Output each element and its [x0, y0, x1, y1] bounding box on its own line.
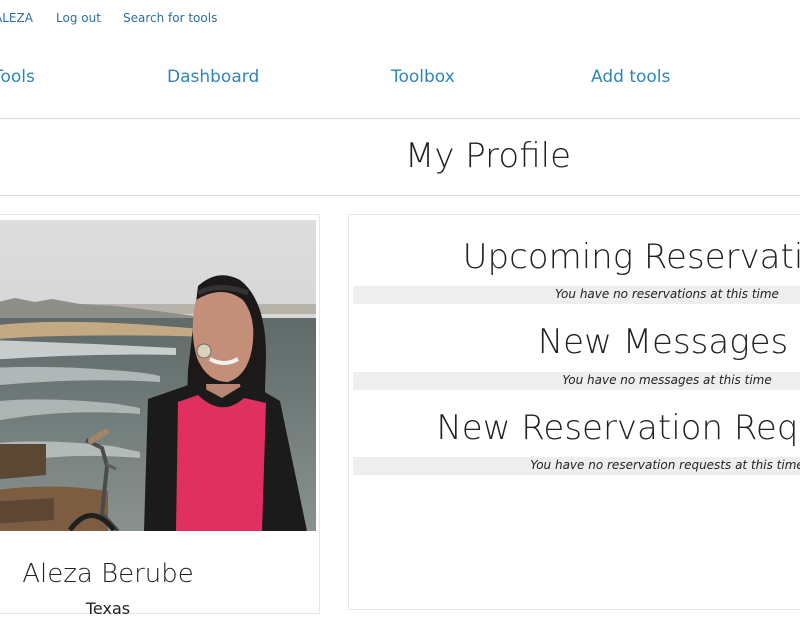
header-divider [0, 118, 800, 119]
profile-card: Aleza Berube Texas [0, 214, 320, 618]
user-account-link[interactable]: ALEZA [0, 11, 33, 25]
profile-name: Aleza Berube [22, 559, 194, 589]
profile-photo [0, 220, 316, 531]
profile-page: ALEZA Log out Search for tools Tools Das… [0, 0, 800, 622]
new-messages-empty-text: You have no messages at this time [562, 373, 772, 387]
new-reservation-requests-empty-state: You have no reservation requests at this… [353, 457, 800, 475]
nav-add-tools-link[interactable]: Add tools [591, 67, 670, 87]
new-reservation-requests-empty-text: You have no reservation requests at this… [530, 458, 800, 472]
upcoming-reservations-heading: Upcoming Reservations [462, 237, 800, 277]
new-messages-empty-state: You have no messages at this time [353, 372, 800, 390]
nav-dashboard-link[interactable]: Dashboard [167, 67, 259, 87]
activity-panel: Upcoming Reservations You have no reserv… [348, 214, 800, 610]
nav-tools-link[interactable]: Tools [0, 67, 35, 87]
utility-bar: ALEZA Log out Search for tools [0, 0, 800, 40]
profile-location: Texas [85, 599, 131, 618]
main-navigation: Tools Dashboard Toolbox Add tools [0, 48, 800, 108]
nav-toolbox-link[interactable]: Toolbox [391, 67, 455, 87]
title-divider [0, 195, 800, 196]
logout-link[interactable]: Log out [56, 11, 101, 25]
upcoming-reservations-empty-text: You have no reservations at this time [555, 287, 779, 301]
search-tools-link[interactable]: Search for tools [123, 11, 217, 25]
page-title: My Profile [405, 136, 571, 176]
new-reservation-requests-heading: New Reservation Requests [436, 408, 800, 448]
new-messages-heading: New Messages [537, 322, 789, 362]
upcoming-reservations-empty-state: You have no reservations at this time [353, 286, 800, 304]
